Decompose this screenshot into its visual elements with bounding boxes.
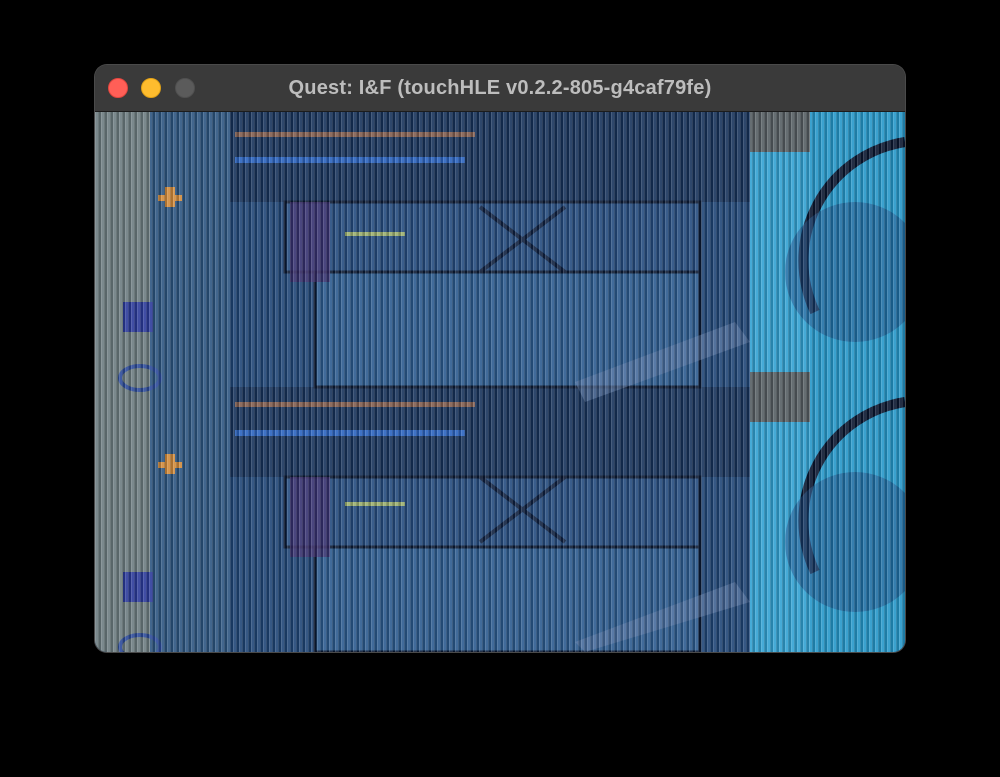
emulator-window: Quest: I&F (touchHLE v0.2.2-805-g4caf79f… [95, 65, 905, 652]
game-viewport[interactable] [95, 112, 905, 652]
window-title: Quest: I&F (touchHLE v0.2.2-805-g4caf79f… [288, 77, 712, 99]
title-bar[interactable]: Quest: I&F (touchHLE v0.2.2-805-g4caf79f… [95, 65, 905, 112]
game-render-canvas [95, 112, 905, 652]
